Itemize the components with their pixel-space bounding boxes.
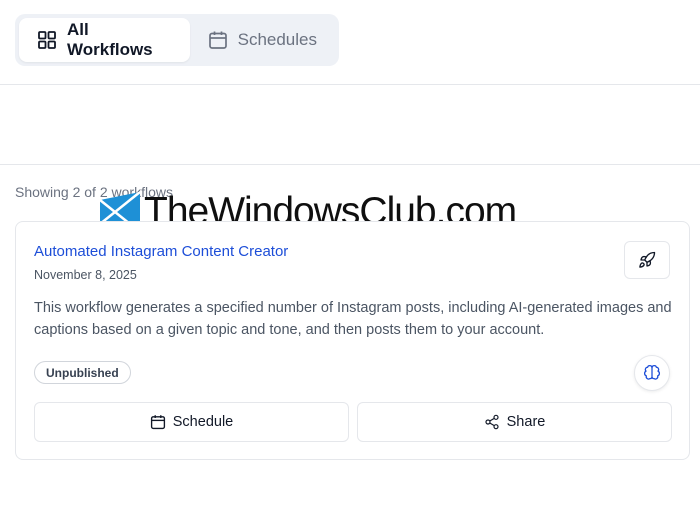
workflow-title[interactable]: Automated Instagram Content Creator — [34, 243, 288, 260]
divider — [0, 84, 700, 85]
schedule-button-label: Schedule — [172, 414, 234, 430]
rocket-icon — [639, 251, 656, 268]
calendar-icon — [208, 31, 227, 49]
brain-icon — [644, 364, 660, 380]
workflow-date: November 8, 2025 — [34, 268, 137, 282]
share-icon — [485, 414, 499, 430]
grid-icon — [38, 31, 56, 49]
workflow-card: Automated Instagram Content Creator Nove… — [15, 221, 690, 460]
deploy-button[interactable] — [624, 241, 670, 279]
tab-all-workflows[interactable]: All Workflows — [19, 18, 190, 62]
share-button-label: Share — [506, 414, 546, 430]
calendar-icon — [150, 415, 165, 430]
status-badge: Unpublished — [34, 361, 131, 384]
divider — [0, 164, 700, 165]
workflow-tabs: All Workflows Schedules — [15, 14, 339, 66]
tab-schedules-label: Schedules — [237, 30, 317, 49]
workflow-description: This workflow generates a specified numb… — [34, 300, 672, 338]
ai-assistant-button[interactable] — [634, 355, 670, 391]
tab-all-workflows-label: All Workflows — [67, 20, 153, 59]
schedule-button[interactable]: Schedule — [34, 402, 349, 442]
tab-schedules[interactable]: Schedules — [190, 18, 335, 62]
share-button[interactable]: Share — [357, 402, 672, 442]
